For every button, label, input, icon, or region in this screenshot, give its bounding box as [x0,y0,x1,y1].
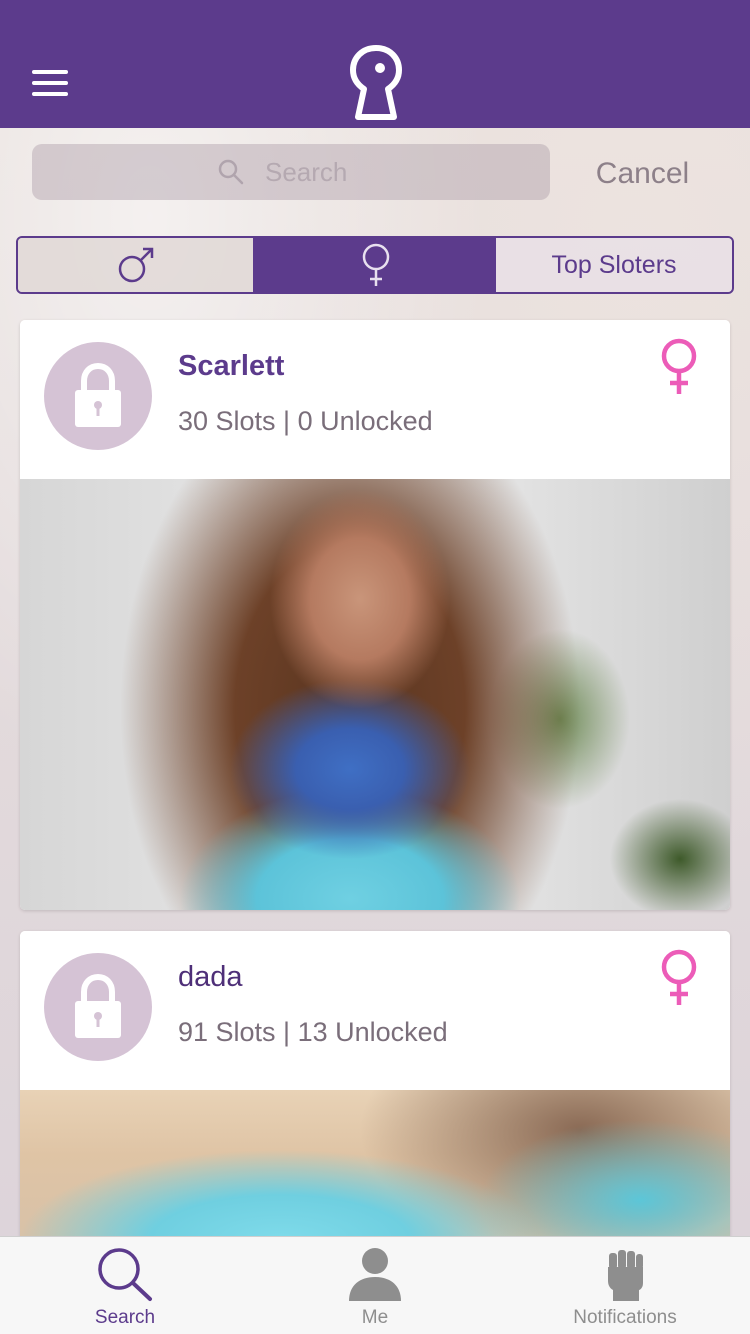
tab-me[interactable]: Me [250,1237,500,1334]
female-symbol-icon [661,949,697,1005]
search-field[interactable] [32,144,550,200]
segment-male[interactable] [18,238,255,292]
blurred-profile-photo[interactable] [20,479,730,910]
top-navigation-bar [0,0,750,128]
profile-name[interactable]: dada [178,961,243,994]
profile-stats: 30 Slots | 0 Unlocked [178,406,433,436]
search-icon [218,159,244,185]
profile-name[interactable]: Scarlett [178,350,284,383]
tab-search[interactable]: Search [0,1237,250,1334]
blurred-profile-photo[interactable] [20,1090,730,1251]
tab-label: Search [94,1307,156,1328]
segment-female[interactable] [255,238,496,292]
fist-icon [608,1250,643,1301]
keyhole-logo-icon [350,45,402,120]
avatar[interactable] [44,342,152,450]
padlock-icon [75,363,121,427]
male-symbol-icon [118,247,153,283]
profile-card[interactable]: dada 91 Slots | 13 Unlocked [20,931,730,1251]
profile-card-header: dada 91 Slots | 13 Unlocked [20,931,730,1090]
search-icon [98,1248,152,1301]
tab-label: Notifications [573,1307,677,1328]
person-icon [349,1248,401,1301]
profile-stats: 91 Slots | 13 Unlocked [178,1017,448,1047]
avatar[interactable] [44,953,152,1061]
female-symbol-icon [362,243,389,286]
search-input[interactable] [265,156,365,188]
cancel-button[interactable]: Cancel [570,152,715,196]
bottom-tab-bar: Search Me Notifications [0,1236,750,1334]
tab-notifications[interactable]: Notifications [500,1237,750,1334]
padlock-icon [75,974,121,1038]
hamburger-icon[interactable] [32,70,68,96]
female-symbol-icon [661,338,697,394]
gender-filter-segmented-control: Top Sloters [16,236,734,294]
profile-card-header: Scarlett 30 Slots | 0 Unlocked [20,320,730,479]
tab-label: Me [361,1307,389,1328]
segment-top-sloters[interactable]: Top Sloters [496,238,732,292]
profile-card[interactable]: Scarlett 30 Slots | 0 Unlocked [20,320,730,910]
